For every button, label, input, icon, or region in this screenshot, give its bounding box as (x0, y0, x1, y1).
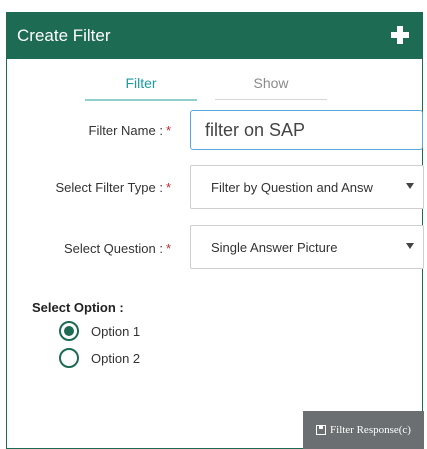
save-icon (316, 425, 327, 435)
filter-name-label: Filter Name : * (88, 123, 171, 138)
add-icon[interactable] (388, 23, 412, 47)
radio-checked-icon[interactable] (59, 321, 79, 341)
question-value: Single Answer Picture (211, 240, 338, 255)
radio-unchecked-icon[interactable] (59, 348, 79, 368)
select-option-label: Select Option : (32, 300, 124, 315)
filter-type-select[interactable]: Filter by Question and Answ (190, 165, 424, 209)
required-marker: * (165, 123, 171, 138)
filter-response-label: Filter Response(c) (330, 424, 411, 436)
tab-show[interactable]: Show (215, 75, 327, 100)
create-filter-panel: Create Filter Filter Show Filter Name : *… (6, 12, 424, 449)
panel-header: Create Filter (7, 13, 422, 59)
question-label: Select Question : * (63, 241, 171, 256)
option-1-radio-row[interactable]: Option 1 (59, 321, 140, 341)
filter-type-value: Filter by Question and Answ (211, 180, 373, 195)
required-marker: * (165, 180, 171, 195)
filter-response-button[interactable]: Filter Response(c) (303, 411, 424, 449)
dropdown-caret-icon (406, 243, 414, 249)
option-2-radio-row[interactable]: Option 2 (59, 348, 140, 368)
required-marker: * (165, 241, 171, 256)
dropdown-caret-icon (406, 183, 414, 189)
tab-bar: Filter Show (7, 59, 422, 109)
option-2-label: Option 2 (91, 350, 141, 366)
panel-title: Create Filter (17, 26, 111, 45)
filter-name-input[interactable] (190, 110, 423, 150)
tab-filter[interactable]: Filter (85, 75, 197, 101)
question-select[interactable]: Single Answer Picture (190, 225, 424, 269)
option-1-label: Option 1 (91, 323, 141, 339)
filter-type-label: Select Filter Type : * (55, 180, 171, 195)
